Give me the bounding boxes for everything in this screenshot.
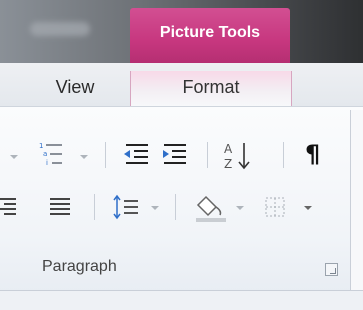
- increase-indent-icon[interactable]: [160, 141, 190, 169]
- svg-text:Z: Z: [224, 157, 232, 171]
- tab-view[interactable]: View: [40, 71, 110, 106]
- shading-icon[interactable]: [196, 193, 230, 223]
- svg-text:i: i: [46, 159, 48, 167]
- separator: [94, 194, 95, 220]
- separator: [207, 142, 208, 168]
- ribbon-tab-strip: View Format: [0, 63, 363, 106]
- dialog-launcher-icon[interactable]: [325, 263, 338, 276]
- multilevel-dropdown-icon[interactable]: [80, 155, 88, 159]
- align-right-icon[interactable]: [0, 196, 18, 216]
- line-spacing-dropdown-icon[interactable]: [151, 206, 159, 210]
- shading-dropdown-icon[interactable]: [236, 206, 244, 210]
- ribbon-bottom-border: [0, 290, 363, 310]
- next-group-edge: [350, 110, 363, 290]
- paragraph-group-label: Paragraph: [42, 258, 117, 275]
- multilevel-list-icon[interactable]: 1 a i: [36, 140, 68, 170]
- bullets-dropdown-icon[interactable]: [10, 155, 18, 159]
- picture-tools-context-tab: Picture Tools: [130, 8, 290, 63]
- borders-icon[interactable]: [264, 196, 288, 218]
- borders-dropdown-icon[interactable]: [304, 206, 312, 210]
- line-spacing-icon[interactable]: [112, 193, 144, 221]
- decrease-indent-icon[interactable]: [122, 141, 152, 169]
- separator: [105, 142, 106, 168]
- justify-icon[interactable]: [48, 196, 72, 216]
- svg-text:A: A: [224, 142, 233, 156]
- svg-text:a: a: [43, 150, 47, 158]
- separator: [283, 142, 284, 168]
- show-hide-formatting-icon[interactable]: ¶: [305, 140, 320, 168]
- blurred-tab: [30, 22, 90, 36]
- tab-format[interactable]: Format: [130, 71, 292, 106]
- svg-text:1: 1: [39, 142, 43, 150]
- sort-icon[interactable]: A Z: [222, 140, 252, 172]
- separator: [175, 194, 176, 220]
